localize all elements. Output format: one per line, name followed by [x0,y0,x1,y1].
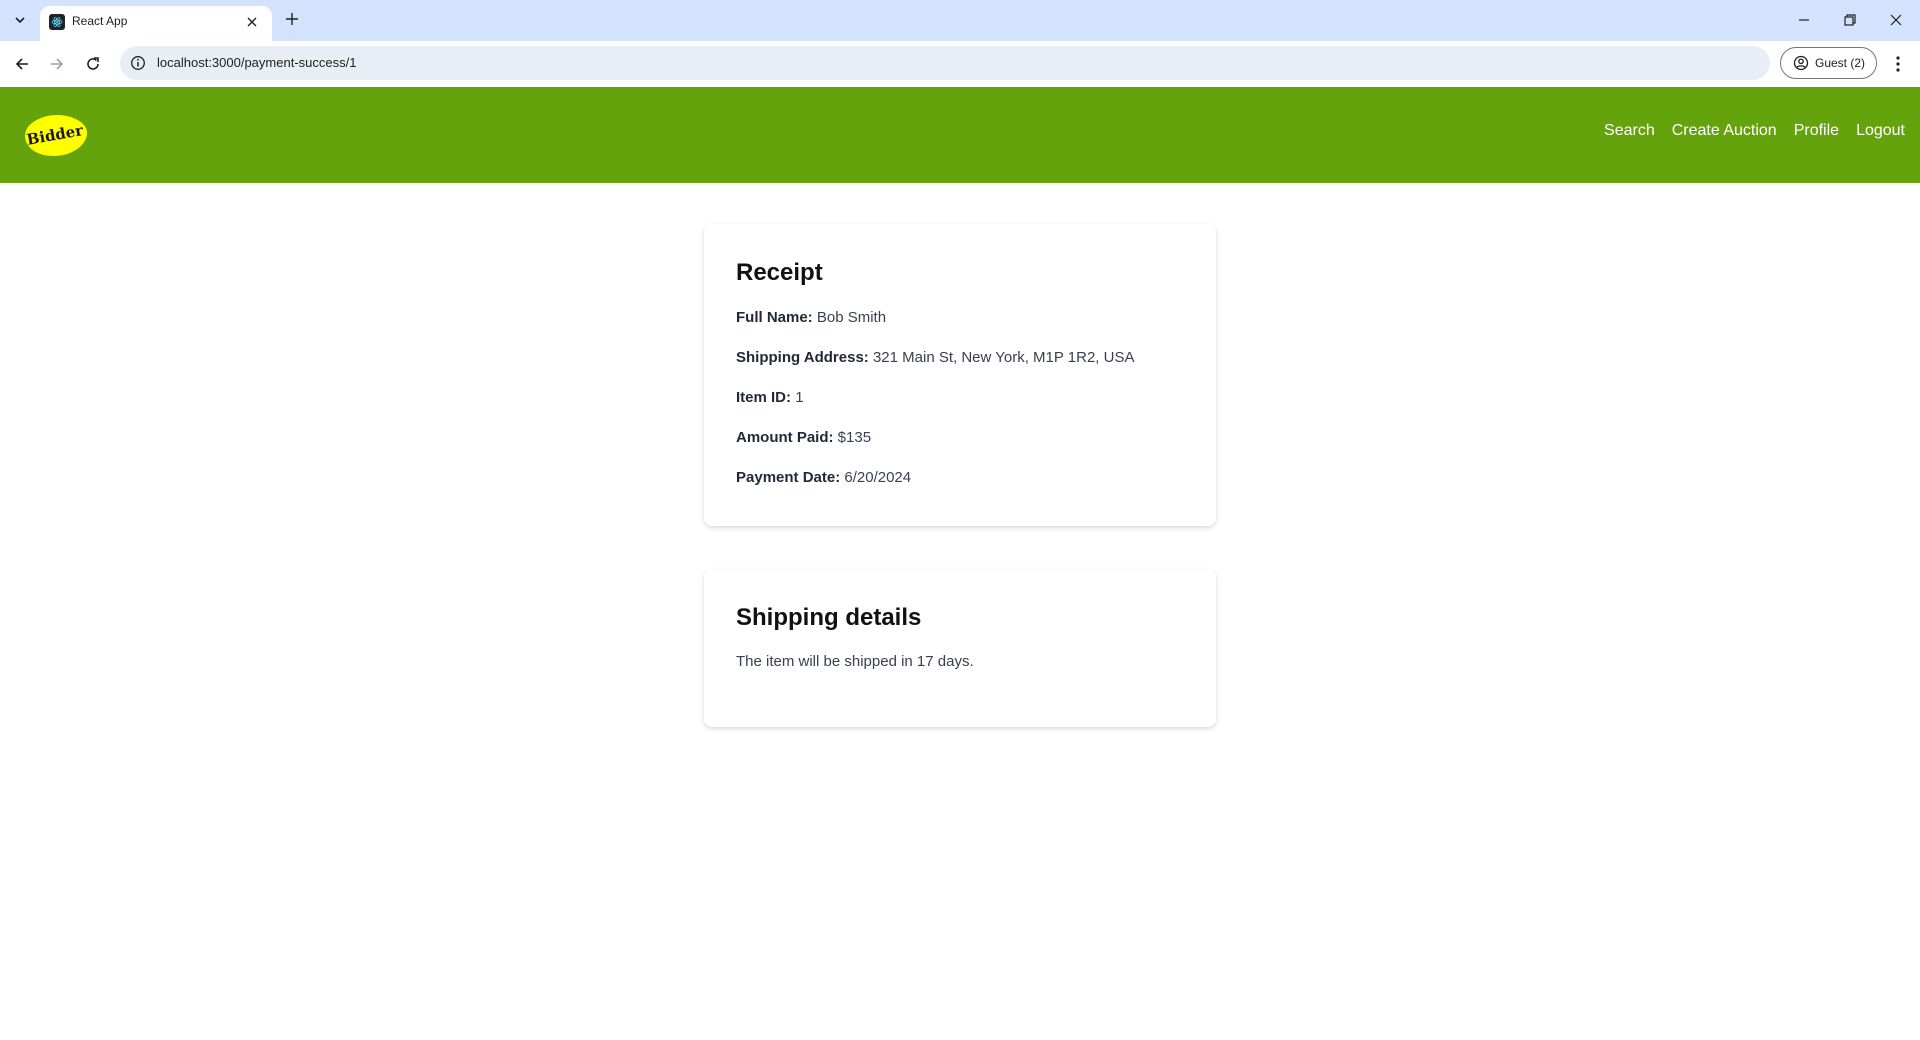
nav-profile[interactable]: Profile [1794,122,1839,140]
receipt-title: Receipt [736,259,823,286]
address-url: localhost:3000/payment-success/1 [157,55,357,70]
app-header: Bidder Search Create Auction Profile Log… [0,87,1920,183]
field-value: $135 [837,429,872,446]
receipt-full-name: Full Name: Bob Smith [736,308,1184,328]
nav-logout[interactable]: Logout [1856,122,1905,140]
field-label: Payment Date: [736,469,841,486]
new-tab-plus-icon[interactable] [282,9,302,29]
field-value: Bob Smith [816,309,887,326]
tab-close-icon[interactable] [242,12,262,32]
nav-search[interactable]: Search [1604,122,1655,140]
receipt-shipping-address: Shipping Address: 321 Main St, New York,… [736,348,1184,368]
nav-create-auction[interactable]: Create Auction [1672,122,1777,140]
shipping-text: The item will be shipped in 17 days. [736,653,974,670]
browser-tab-active[interactable]: React App [40,6,272,41]
field-label: Full Name: [736,309,813,326]
back-arrow-icon[interactable] [10,52,34,76]
react-favicon-icon [49,14,65,30]
site-info-icon[interactable] [130,55,146,71]
receipt-payment-date: Payment Date: 6/20/2024 [736,468,1184,488]
field-value: 1 [795,389,804,406]
address-bar[interactable]: localhost:3000/payment-success/1 [120,46,1770,80]
forward-arrow-icon[interactable] [45,52,69,76]
receipt-item-id: Item ID: 1 [736,388,1184,408]
profile-avatar-icon [1793,55,1809,71]
reload-icon[interactable] [81,52,105,76]
shipping-title: Shipping details [736,604,922,631]
tab-search-chevron-icon[interactable] [8,8,32,32]
profile-label: Guest (2) [1815,56,1866,70]
field-label: Shipping Address: [736,349,869,366]
window-close-icon[interactable] [1882,8,1910,32]
browser-toolbar: localhost:3000/payment-success/1 Guest (… [0,41,1920,87]
field-label: Item ID: [736,389,792,406]
bidder-logo[interactable]: Bidder [21,110,89,158]
window-restore-icon[interactable] [1836,8,1864,32]
field-value: 321 Main St, New York, M1P 1R2, USA [872,349,1135,366]
receipt-card: Receipt Full Name: Bob Smith Shipping Ad… [704,224,1216,526]
browser-menu-icon[interactable] [1886,53,1910,75]
main-nav: Search Create Auction Profile Logout [1587,122,1905,140]
window-minimize-icon[interactable] [1790,8,1818,32]
profile-button[interactable]: Guest (2) [1780,47,1877,79]
field-label: Amount Paid: [736,429,834,446]
shipping-card: Shipping details The item will be shippe… [704,569,1216,727]
tab-title: React App [72,14,128,28]
field-value: 6/20/2024 [844,469,912,486]
browser-tabstrip: React App [0,0,1920,41]
receipt-amount-paid: Amount Paid: $135 [736,428,1184,448]
